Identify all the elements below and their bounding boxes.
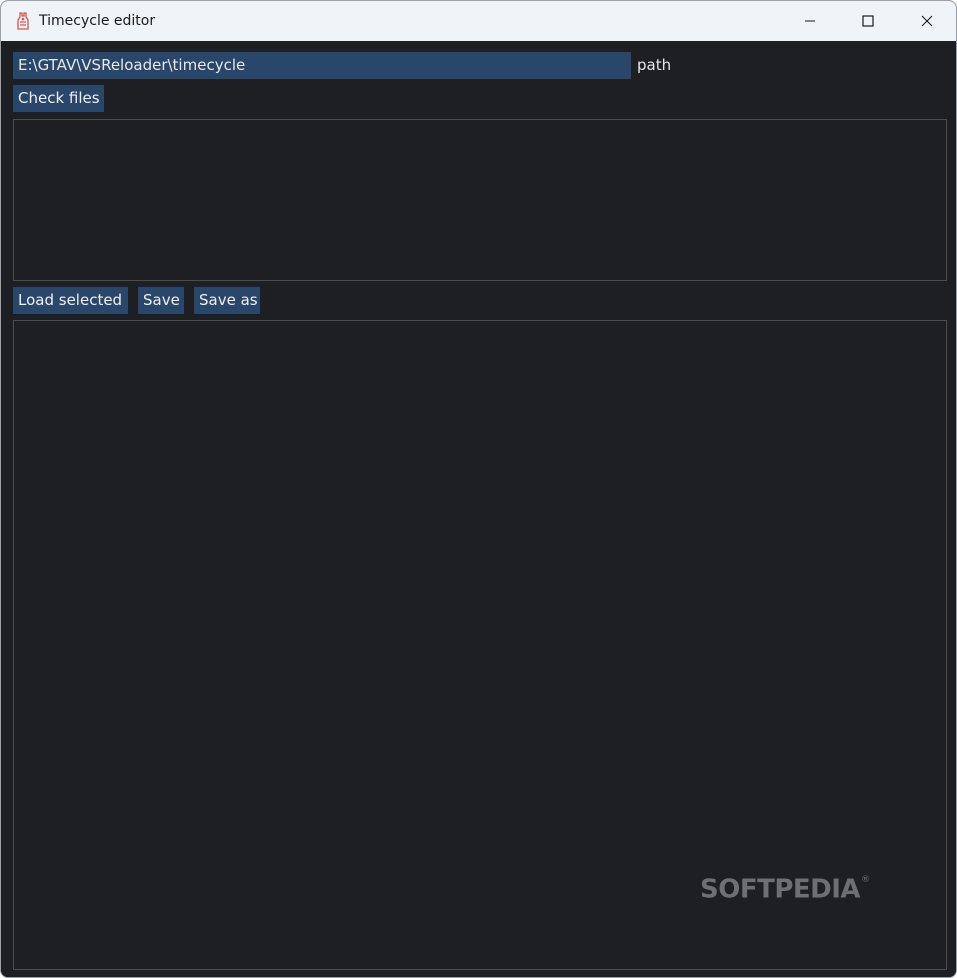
app-window: Timecycle editor path Check files Load s… [0,0,957,978]
softpedia-watermark: SOFTPEDIA® [700,871,870,905]
watermark-registered-mark: ® [861,875,870,885]
close-icon [921,15,933,27]
minimize-button[interactable] [781,1,839,41]
maximize-icon [862,15,874,27]
close-button[interactable] [898,1,956,41]
path-label: path [637,56,672,74]
maximize-button[interactable] [839,1,897,41]
file-list[interactable] [13,119,947,281]
title-bar[interactable]: Timecycle editor [1,1,956,41]
save-as-button[interactable]: Save as [194,287,260,314]
path-input[interactable] [13,52,631,79]
app-icon [17,12,29,30]
window-title: Timecycle editor [39,13,156,29]
load-selected-button[interactable]: Load selected [13,287,128,314]
check-files-button[interactable]: Check files [13,85,104,112]
watermark-text: SOFTPEDIA [700,874,861,905]
client-area: path Check files Load selected Save Save… [1,41,956,977]
save-button[interactable]: Save [138,287,184,314]
minimize-icon [805,20,815,22]
